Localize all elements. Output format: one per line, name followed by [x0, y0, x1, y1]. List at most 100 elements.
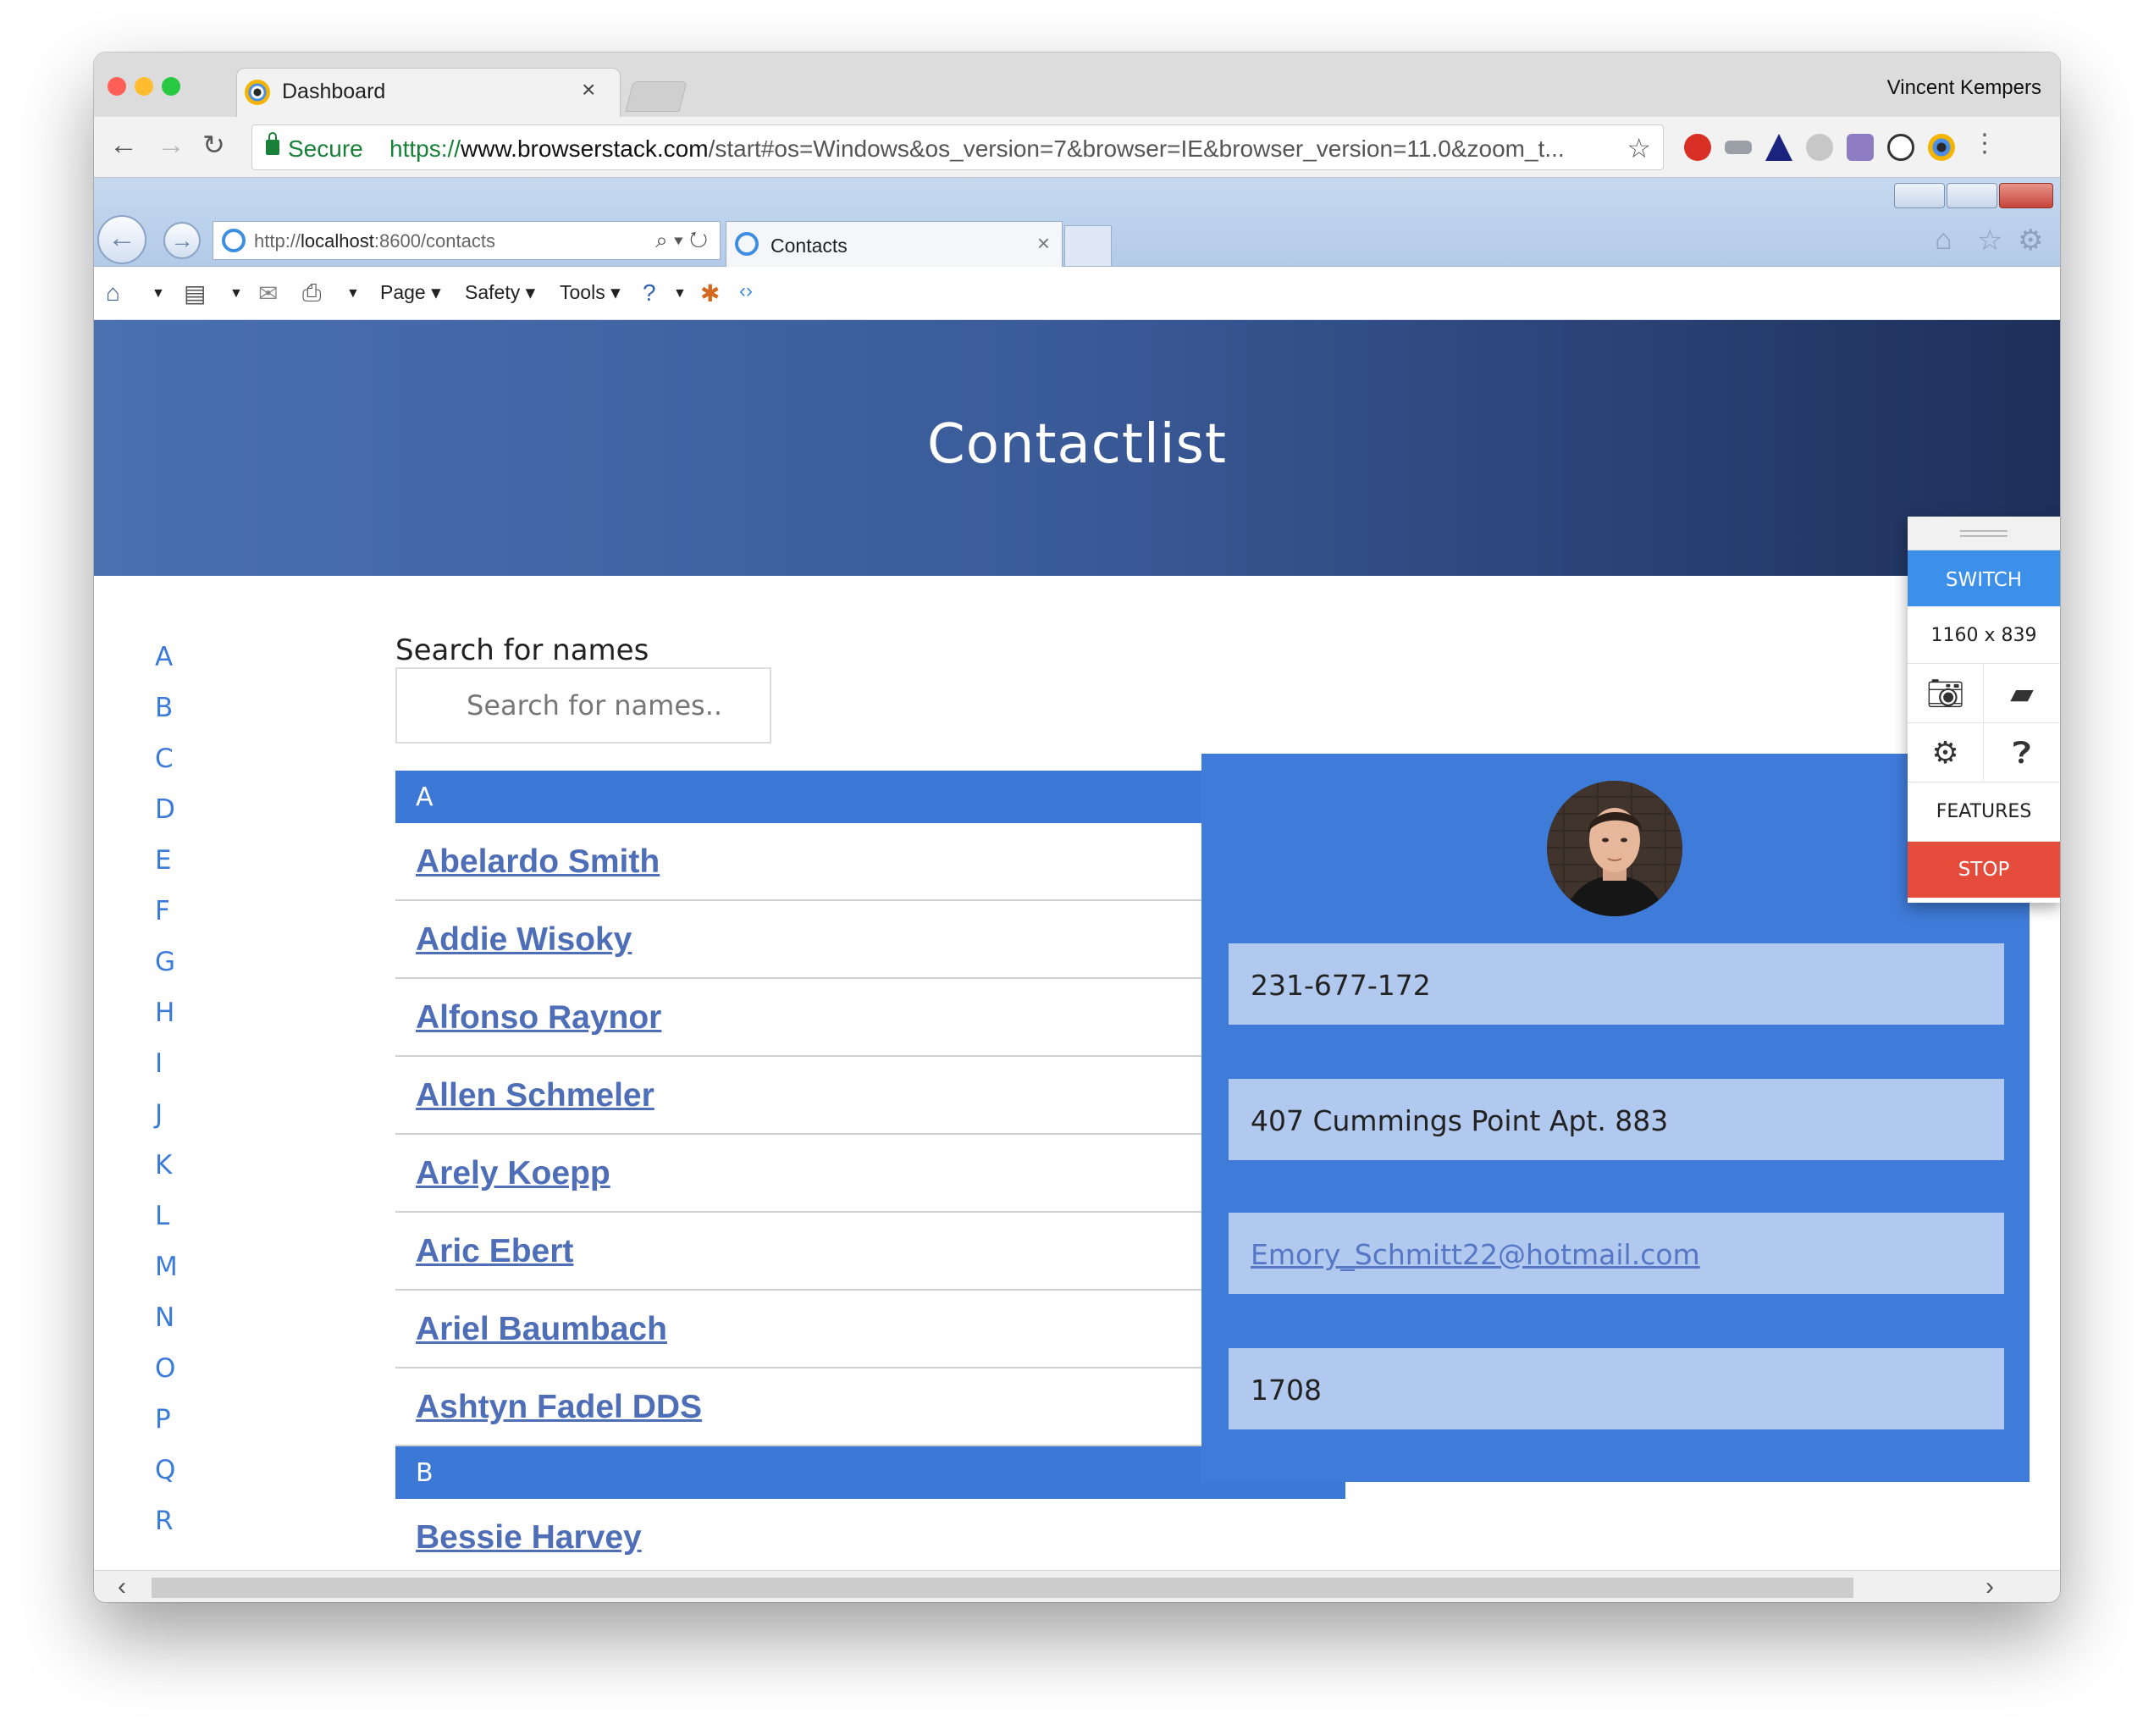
lock-icon — [266, 132, 279, 155]
url-text: https://www.browserstack.com/start#os=Wi… — [389, 135, 1565, 163]
onepassword-extension-icon[interactable] — [1887, 134, 1914, 161]
browserstack-extension-icon[interactable] — [1928, 134, 1955, 161]
contact-name-link[interactable]: Ariel Baumbach — [416, 1311, 667, 1347]
page-menu[interactable]: Page ▾ — [380, 281, 441, 304]
tools-row-1: 📷︎ ▰ — [1908, 664, 2060, 723]
close-window-button[interactable] — [108, 77, 126, 96]
ie-tab-contacts[interactable]: Contacts × — [726, 221, 1063, 267]
contact-name-link[interactable]: Abelardo Smith — [416, 843, 660, 880]
profile-name[interactable]: Vincent Kempers — [1887, 76, 2041, 100]
b-extension-icon[interactable] — [1806, 134, 1833, 161]
ie-forward-button[interactable]: → — [163, 222, 201, 259]
contact-email-link[interactable]: Emory_Schmitt22@hotmail.com — [1229, 1213, 2004, 1294]
ie-tab-close-button[interactable]: × — [1037, 230, 1050, 257]
home-icon[interactable]: ⌂ — [106, 279, 120, 307]
chevron-down-icon[interactable]: ▼ — [673, 286, 687, 301]
dev-tools-icon[interactable]: ‹› — [739, 279, 753, 303]
contact-name-link[interactable]: Alfonso Raynor — [416, 999, 661, 1036]
chevron-down-icon[interactable]: ▼ — [229, 286, 243, 301]
camera-icon[interactable]: 📷︎ — [1908, 664, 1984, 723]
ie-back-button[interactable]: ← — [97, 215, 146, 264]
contact-name-link[interactable]: Bessie Harvey — [416, 1519, 642, 1556]
alphabet-letter-o[interactable]: O — [155, 1353, 206, 1404]
back-arrow-icon[interactable]: ← — [109, 129, 138, 162]
search-input[interactable] — [395, 667, 771, 744]
scroll-left-icon[interactable]: ‹ — [118, 1573, 126, 1601]
features-button[interactable]: FEATURES — [1908, 782, 2060, 842]
alphabet-letter-m[interactable]: M — [155, 1252, 206, 1302]
alphabet-letter-g[interactable]: G — [155, 947, 206, 998]
profile-photo-icon — [1547, 781, 1682, 916]
alphabet-letter-i[interactable]: I — [155, 1048, 206, 1099]
glasses-extension-icon[interactable] — [1725, 141, 1752, 154]
gallery-icon[interactable]: ▰ — [1984, 664, 2060, 723]
alphabet-letter-p[interactable]: P — [155, 1404, 206, 1455]
contact-name-link[interactable]: Ashtyn Fadel DDS — [416, 1389, 702, 1425]
alphabet-letter-r[interactable]: R — [155, 1506, 206, 1556]
chrome-menu-icon[interactable]: ⋮ — [1972, 129, 1997, 158]
alphabet-letter-k[interactable]: K — [155, 1150, 206, 1201]
forward-arrow-icon[interactable]: → — [157, 129, 185, 162]
resolution-display[interactable]: 1160 x 839 — [1908, 606, 2060, 664]
alphabet-letter-f[interactable]: F — [155, 896, 206, 947]
axe-extension-icon[interactable] — [1765, 134, 1792, 161]
contact-detail-panel: 231-677-172 407 Cummings Point Apt. 883 … — [1201, 754, 2030, 1482]
owl-extension-icon[interactable] — [1847, 134, 1874, 161]
url-bar[interactable]: Secure https://www.browserstack.com/star… — [251, 124, 1664, 170]
tab-title: Dashboard — [282, 80, 386, 103]
reload-icon[interactable]: ↻ — [202, 129, 225, 161]
contact-name-link[interactable]: Arely Koepp — [416, 1155, 610, 1191]
remote-ie-window: ← → http://localhost:8600/contacts ⌕ ▾ ↻… — [94, 178, 2060, 1602]
alphabet-letter-l[interactable]: L — [155, 1201, 206, 1252]
help-icon[interactable]: ❓︎ — [1984, 723, 2060, 782]
settings-gear-icon[interactable]: ⚙ — [2018, 224, 2043, 257]
alphabet-letter-e[interactable]: E — [155, 845, 206, 896]
alphabet-letter-c[interactable]: C — [155, 744, 206, 794]
safety-menu[interactable]: Safety ▾ — [465, 281, 535, 304]
safety-menu-label: Safety — [465, 281, 521, 303]
ie-close-button[interactable] — [1999, 183, 2053, 208]
panel-drag-handle[interactable] — [1908, 517, 2060, 550]
contact-name-link[interactable]: Addie Wisoky — [416, 921, 632, 958]
feeds-icon[interactable]: ▤ — [184, 279, 206, 307]
switch-button[interactable]: SWITCH — [1908, 550, 2060, 606]
alphabet-letter-j[interactable]: J — [155, 1099, 206, 1150]
ie-address-bar[interactable]: http://localhost:8600/contacts ⌕ ▾ ↻ — [213, 221, 721, 260]
alphabet-letter-d[interactable]: D — [155, 794, 206, 845]
alphabet-letter-a[interactable]: A — [155, 642, 206, 693]
ie-logo-icon — [222, 229, 246, 252]
mail-icon[interactable]: ✉ — [258, 279, 278, 307]
alphabet-letter-n[interactable]: N — [155, 1302, 206, 1353]
contact-name-link[interactable]: Aric Ebert — [416, 1233, 573, 1269]
scrollbar-thumb[interactable] — [152, 1578, 1853, 1598]
chevron-down-icon[interactable]: ▼ — [346, 286, 360, 301]
research-icon[interactable]: ✱ — [700, 279, 720, 307]
new-tab-button[interactable] — [625, 81, 688, 112]
stop-button[interactable]: STOP — [1908, 842, 2060, 898]
contact-name-link[interactable]: Allen Schmeler — [416, 1077, 654, 1114]
alphabet-letter-b[interactable]: B — [155, 693, 206, 744]
contact-number: 1708 — [1229, 1348, 2004, 1429]
favorites-star-icon[interactable]: ☆ — [1977, 224, 2002, 257]
scroll-right-icon[interactable]: › — [1986, 1573, 1994, 1601]
horizontal-scrollbar[interactable]: ‹ › — [94, 1570, 2060, 1602]
home-icon[interactable]: ⌂ — [1935, 224, 1952, 257]
help-icon[interactable]: ? — [643, 279, 656, 307]
alphabet-letter-q[interactable]: Q — [155, 1455, 206, 1506]
ie-restore-button[interactable] — [1947, 183, 1997, 208]
settings-gear-icon[interactable]: ⚙ — [1908, 723, 1984, 782]
alphabet-letter-h[interactable]: H — [155, 998, 206, 1048]
chevron-down-icon[interactable]: ▼ — [152, 286, 165, 301]
page-menu-label: Page — [380, 281, 426, 303]
maximize-window-button[interactable] — [162, 77, 180, 96]
browserstack-favicon-icon — [245, 80, 270, 105]
ie-new-tab-button[interactable] — [1064, 225, 1112, 266]
adblock-extension-icon[interactable] — [1684, 134, 1711, 161]
ie-minimize-button[interactable] — [1894, 183, 1945, 208]
bookmark-star-icon[interactable]: ☆ — [1627, 132, 1651, 164]
tab-close-button[interactable]: × — [582, 76, 595, 103]
tools-menu[interactable]: Tools ▾ — [560, 281, 621, 304]
print-icon[interactable]: ⎙ — [302, 279, 321, 307]
minimize-window-button[interactable] — [135, 77, 153, 96]
search-refresh-icons[interactable]: ⌕ ▾ ↻ — [655, 227, 708, 254]
